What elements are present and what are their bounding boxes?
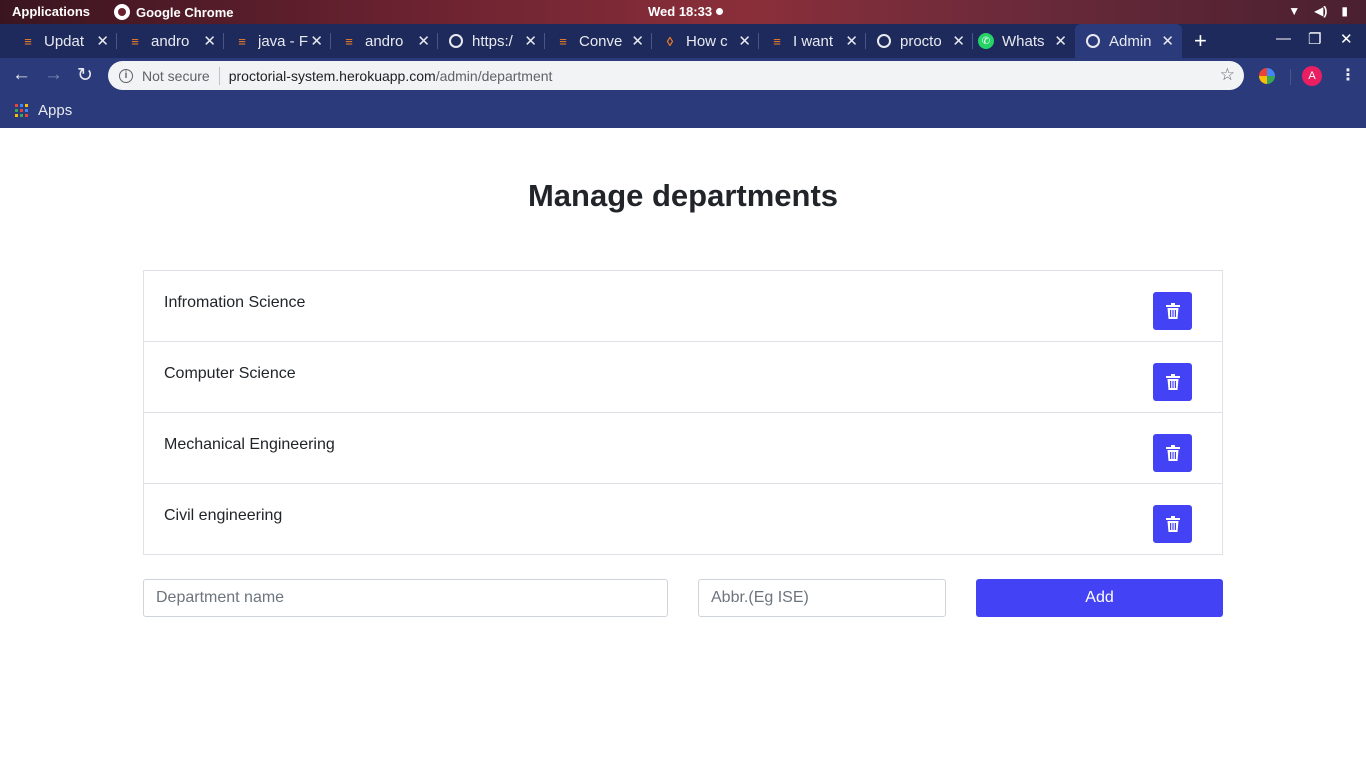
page-title: Manage departments [527,178,839,213]
tab-title: https:/ [472,32,513,50]
security-status: Not secure [142,67,210,84]
active-app-name: Google Chrome [136,4,234,20]
tab[interactable]: https:/ ✕ [438,24,545,58]
tab[interactable]: ≡ I want ✕ [759,24,866,58]
stackoverflow-icon: ≡ [559,33,567,49]
trash-icon [1165,303,1180,319]
bookmarks-bar: Apps [0,94,1366,128]
tab[interactable]: procto ✕ [866,24,973,58]
url-path: /admin/department [435,67,553,84]
profile-avatar[interactable]: A [1302,66,1322,86]
menu-kebab-icon[interactable]: ⋮ [1340,65,1356,85]
apps-bookmark[interactable]: Apps [38,102,72,119]
stackoverflow-icon: ≡ [24,33,32,49]
network-icon: ▼ [1288,4,1301,18]
battery-icon: ▮ [1341,4,1348,18]
globe-icon [1085,33,1101,49]
list-item: Computer Science [143,342,1223,413]
department-list: Infromation Science Computer Science Mec… [143,270,1223,555]
close-icon[interactable]: ✕ [1161,32,1174,50]
list-item: Civil engineering [143,484,1223,555]
department-name: Infromation Science [164,294,306,311]
system-tray[interactable]: ▼ ◀) ▮ [1288,4,1348,18]
delete-button[interactable] [1153,363,1192,401]
close-icon[interactable]: ✕ [524,32,537,50]
maximize-icon[interactable]: ❐ [1308,30,1321,48]
tab-strip: ≡ Updat ✕ ≡ andro ✕ ≡ java - F ✕ ≡ andro… [0,24,1366,58]
tab[interactable]: ≡ Updat ✕ [10,24,117,58]
clock[interactable]: Wed 18:33 [648,4,724,19]
flame-icon: ◊ [666,33,674,49]
tab-title: andro [365,32,404,50]
tab-title: How c [686,32,728,50]
stackoverflow-icon: ≡ [238,33,246,49]
close-window-icon[interactable]: ✕ [1340,30,1353,48]
list-item: Infromation Science [143,270,1223,342]
new-tab-icon[interactable]: + [1194,28,1207,54]
tab[interactable]: ≡ Conve ✕ [545,24,652,58]
tab-title: I want [793,32,834,50]
globe-icon [876,33,892,49]
close-icon[interactable]: ✕ [417,32,430,50]
back-icon[interactable]: ← [12,64,31,86]
browser-toolbar: ← → ↻ i Not secure proctorial-system.her… [0,58,1366,94]
tab[interactable]: ◊ How c ✕ [652,24,759,58]
close-icon[interactable]: ✕ [1054,32,1067,50]
close-icon[interactable]: ✕ [96,32,109,50]
department-name: Civil engineering [164,507,283,524]
volume-icon: ◀) [1314,4,1328,18]
url-host: proctorial-system.herokuapp.com [228,67,436,84]
tab-title: Whats [1002,32,1045,50]
system-top-bar: Applications Google Chrome Wed 18:33 ▼ ◀… [0,0,1366,24]
clock-text: Wed 18:33 [648,4,713,19]
globe-icon [448,33,464,49]
chrome-icon [114,4,130,20]
notification-dot-icon [716,8,724,15]
address-bar[interactable]: i Not secure proctorial-system.herokuapp… [108,61,1244,90]
tab[interactable]: ≡ andro ✕ [117,24,224,58]
department-name-input[interactable] [143,579,668,617]
delete-button[interactable] [1153,505,1192,543]
close-icon[interactable]: ✕ [952,32,965,50]
stackoverflow-icon: ≡ [345,33,353,49]
tab[interactable]: ✆ Whats ✕ [968,24,1075,58]
department-name: Mechanical Engineering [164,436,335,453]
extension-icon[interactable] [1259,68,1275,84]
stackoverflow-icon: ≡ [131,33,139,49]
stackoverflow-icon: ≡ [773,33,781,49]
tab-title: Updat [44,32,85,50]
department-name: Computer Science [164,365,296,382]
forward-icon[interactable]: → [44,64,63,86]
close-icon[interactable]: ✕ [845,32,858,50]
whatsapp-icon: ✆ [978,33,994,49]
tab-title: andro [151,32,190,50]
apps-grid-icon[interactable] [15,104,28,117]
info-icon[interactable]: i [119,68,133,83]
tab-title: Admin [1109,32,1152,50]
close-icon[interactable]: ✕ [738,32,751,50]
tab-title: procto [900,32,942,50]
active-app-menu[interactable]: Google Chrome [114,4,234,20]
tab-active[interactable]: Admin ✕ [1075,24,1182,58]
add-button[interactable]: Add [976,579,1223,617]
trash-icon [1165,445,1180,461]
trash-icon [1165,516,1180,532]
minimize-icon[interactable]: — [1276,30,1291,47]
tab-title: Conve [579,32,623,50]
tab[interactable]: ≡ java - F ✕ [224,24,331,58]
tab[interactable]: ≡ andro ✕ [331,24,438,58]
delete-button[interactable] [1153,292,1192,330]
department-abbr-input[interactable] [698,579,946,617]
close-icon[interactable]: ✕ [203,32,216,50]
trash-icon [1165,374,1180,390]
delete-button[interactable] [1153,434,1192,472]
reload-icon[interactable]: ↻ [77,64,93,87]
bookmark-star-icon[interactable]: ☆ [1220,65,1235,85]
tab-title: java - F [258,32,308,50]
list-item: Mechanical Engineering [143,413,1223,484]
close-icon[interactable]: ✕ [631,32,644,50]
close-icon[interactable]: ✕ [310,32,323,50]
applications-menu[interactable]: Applications [12,4,90,19]
